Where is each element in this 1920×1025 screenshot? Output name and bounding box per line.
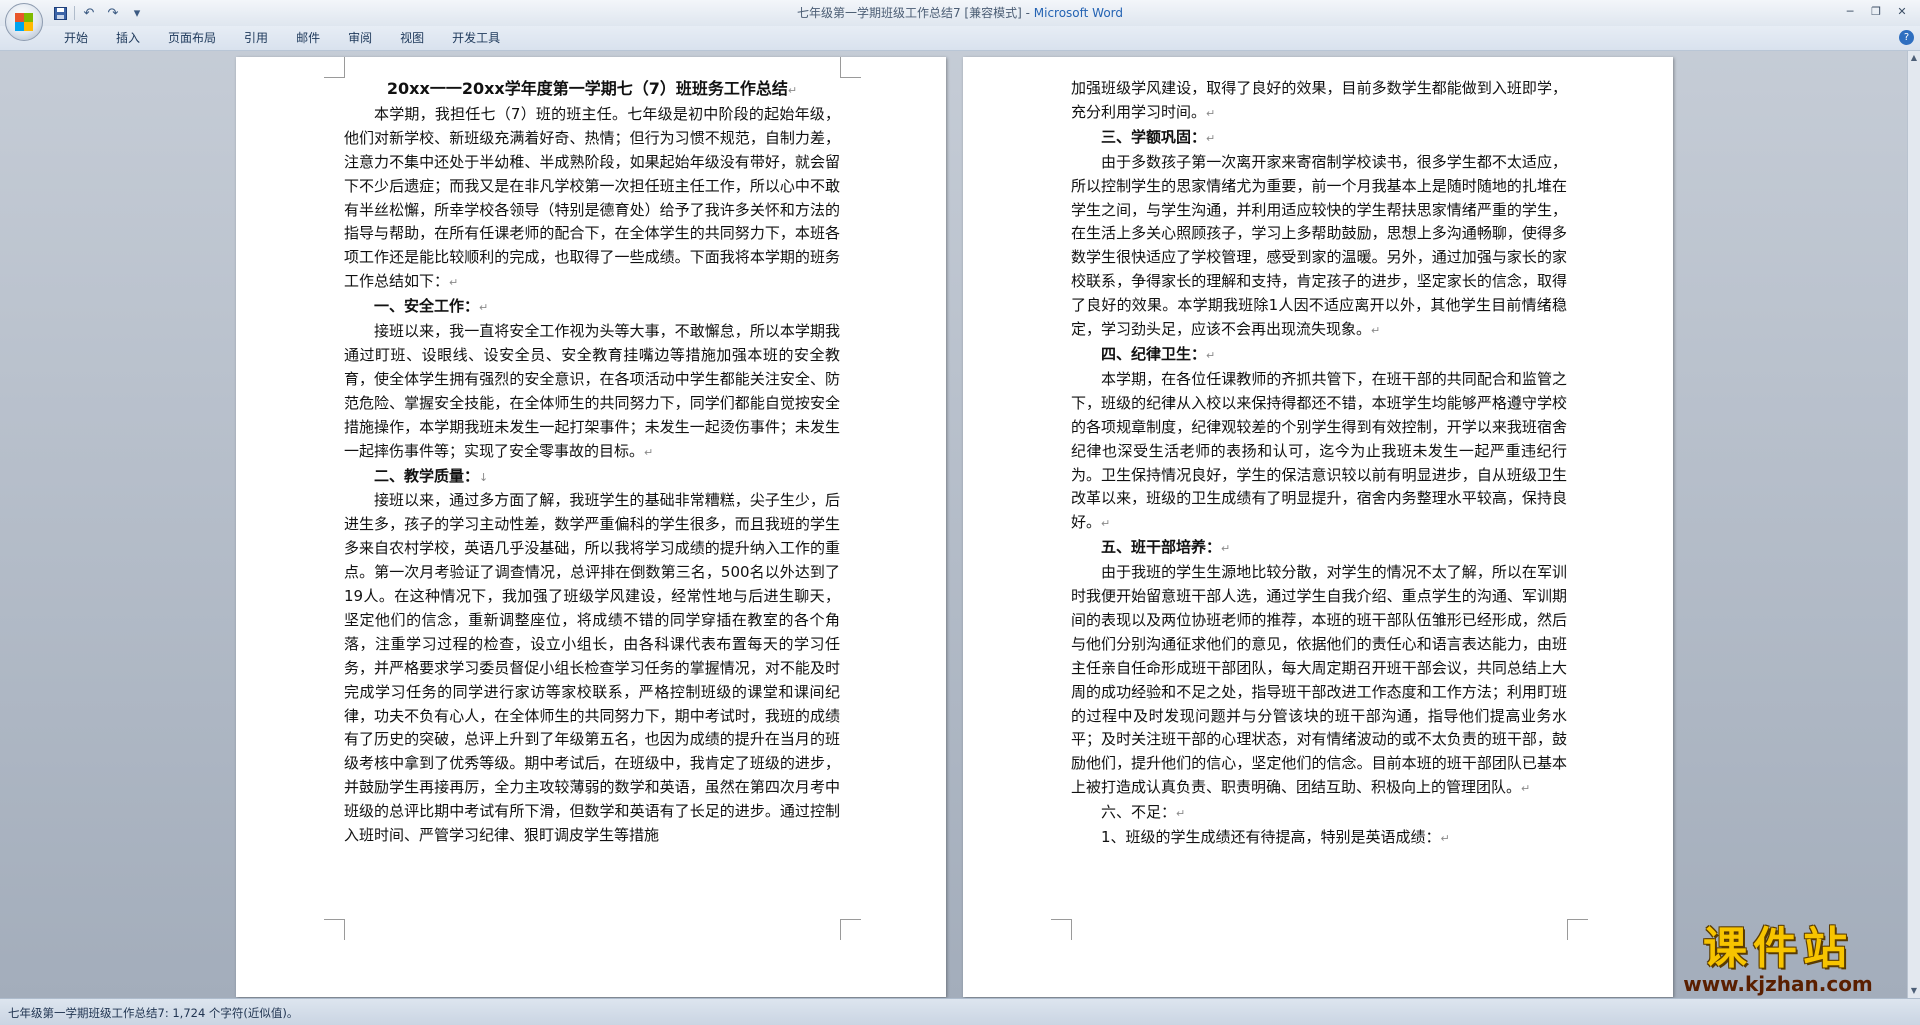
- word-count-status[interactable]: 七年级第一学期班级工作总结7: 1,724 个字符(近似值)。: [8, 1005, 298, 1021]
- page-2: 加强班级学风建设，取得了良好的效果，目前多数学生都能做到入班即学，充分利用学习时…: [963, 57, 1673, 997]
- document-title: 20xx一一20xx学年度第一学期七（7）班班务工作总结↵: [386, 79, 798, 98]
- scroll-down-icon[interactable]: ▼: [1908, 984, 1920, 998]
- window-title-doc: 七年级第一学期班级工作总结7 [兼容模式] -: [796, 6, 1034, 20]
- heading-safety: 一、安全工作：↵: [374, 297, 489, 316]
- close-icon[interactable]: ✕: [1890, 2, 1914, 20]
- page-1: 20xx一一20xx学年度第一学期七（7）班班务工作总结↵ 本学期，我担任七（7…: [236, 57, 946, 997]
- window-title: 七年级第一学期班级工作总结7 [兼容模式] - Microsoft Word: [0, 4, 1920, 21]
- watermark-url: www.kjzhan.com: [1683, 972, 1873, 996]
- ribbon-tab[interactable]: 审阅: [334, 26, 386, 50]
- watermark-title: 课件站: [1703, 923, 1853, 974]
- help-icon[interactable]: ?: [1899, 30, 1914, 45]
- minimize-icon[interactable]: ─: [1838, 2, 1862, 20]
- office-logo-icon: [15, 13, 33, 31]
- ribbon-tab[interactable]: 页面布局: [154, 26, 230, 50]
- ribbon-tab[interactable]: 邮件: [282, 26, 334, 50]
- title-bar: ↶ ↷ ▾ 七年级第一学期班级工作总结7 [兼容模式] - Microsoft …: [0, 0, 1920, 41]
- status-bar: 七年级第一学期班级工作总结7: 1,724 个字符(近似值)。: [0, 998, 1920, 1025]
- page-1-text[interactable]: 20xx一一20xx学年度第一学期七（7）班班务工作总结↵ 本学期，我担任七（7…: [344, 77, 840, 848]
- paragraph-safety: 接班以来，我一直将安全工作视为头等大事，不敢懈怠，所以本学期我通过盯班、设眼线、…: [344, 322, 840, 460]
- heading-discipline: 四、纪律卫生：↵: [1101, 344, 1216, 363]
- heading-enrollment: 三、学额巩固：↵: [1101, 127, 1216, 146]
- paragraph-cadres: 由于我班的学生生源地比较分散，对学生的情况不太了解，所以在军训时我便开始留意班干…: [1071, 563, 1567, 797]
- word-window: ↶ ↷ ▾ 七年级第一学期班级工作总结7 [兼容模式] - Microsoft …: [0, 0, 1920, 1025]
- paragraph-intro: 本学期，我担任七（7）班的班主任。七年级是初中阶段的起始年级，他们对新学校、新班…: [344, 104, 840, 291]
- ribbon-tab[interactable]: 插入: [102, 26, 154, 50]
- paragraph-shortcomings: 1、班级的学生成绩还有待提高，特别是英语成绩：↵: [1101, 828, 1450, 847]
- heading-teaching: 二、教学质量：↓: [374, 466, 489, 485]
- ribbon-tabs: 开始 插入 页面布局 引用 邮件 审阅 视图 开发工具: [50, 26, 514, 50]
- paragraph-enrollment: 由于多数孩子第一次离开家来寄宿制学校读书，很多学生都不太适应，所以控制学生的思家…: [1071, 152, 1567, 339]
- crop-mark: [324, 57, 345, 78]
- crop-mark: [1567, 919, 1588, 940]
- page-2-text[interactable]: 加强班级学风建设，取得了良好的效果，目前多数学生都能做到入班即学，充分利用学习时…: [1071, 77, 1567, 851]
- heading-shortcomings: 六、不足：↵: [1101, 803, 1186, 822]
- ribbon-tab[interactable]: 开发工具: [438, 26, 514, 50]
- window-controls: ─ ❐ ✕: [1838, 2, 1914, 20]
- scroll-up-icon[interactable]: ▲: [1908, 51, 1920, 65]
- ribbon-tab-bar: 开始 插入 页面布局 引用 邮件 审阅 视图 开发工具 ?: [0, 26, 1920, 51]
- paragraph-teaching-continued: 加强班级学风建设，取得了良好的效果，目前多数学生都能做到入班即学，充分利用学习时…: [1071, 79, 1567, 121]
- paragraph-discipline: 本学期，在各位任课教师的齐抓共管下，在班干部的共同配合和监管之下，班级的纪律从入…: [1071, 369, 1567, 532]
- watermark-logo: 课件站 www.kjzhan.com: [1658, 923, 1898, 996]
- paragraph-teaching: 接班以来，通过多方面了解，我班学生的基础非常糟糕，尖子生少，后进生多，孩子的学习…: [344, 491, 840, 845]
- ribbon-tab[interactable]: 引用: [230, 26, 282, 50]
- window-title-app: Microsoft Word: [1033, 6, 1124, 20]
- vertical-scrollbar[interactable]: ▲ ▼: [1907, 51, 1920, 998]
- restore-icon[interactable]: ❐: [1864, 2, 1888, 20]
- ribbon-tab[interactable]: 开始: [50, 26, 102, 50]
- crop-mark: [840, 57, 861, 78]
- crop-mark: [324, 919, 345, 940]
- office-button[interactable]: [5, 3, 43, 41]
- ribbon-tab[interactable]: 视图: [386, 26, 438, 50]
- heading-cadres: 五、班干部培养：↵: [1101, 538, 1231, 557]
- document-area: 20xx一一20xx学年度第一学期七（7）班班务工作总结↵ 本学期，我担任七（7…: [0, 51, 1908, 998]
- crop-mark: [1051, 919, 1072, 940]
- crop-mark: [840, 919, 861, 940]
